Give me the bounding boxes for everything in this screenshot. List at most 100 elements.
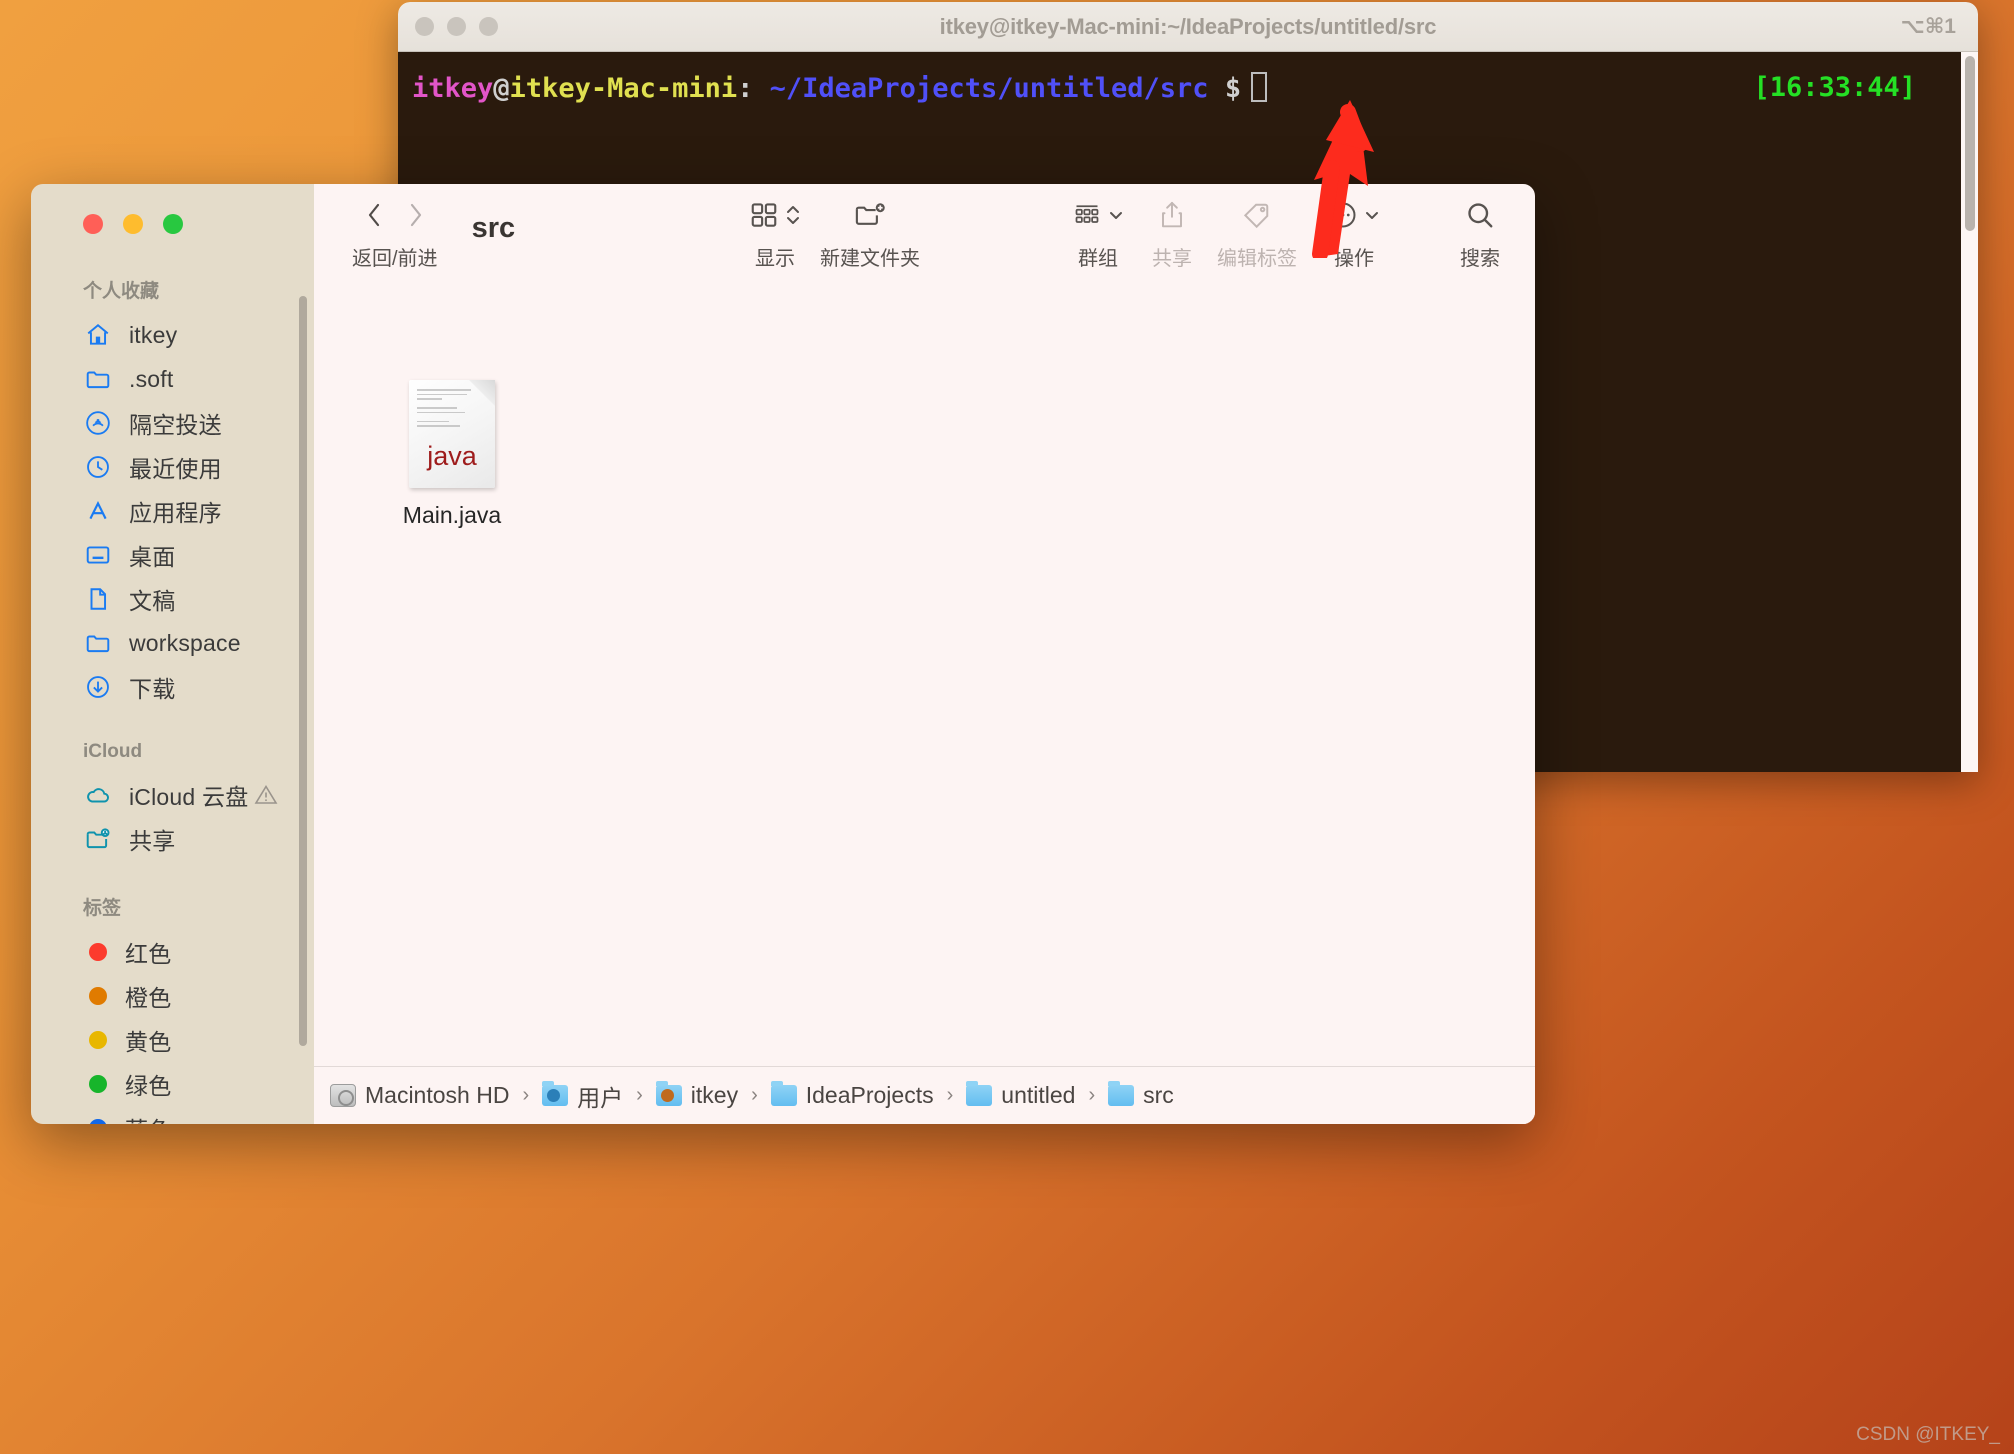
finder-close-button[interactable] bbox=[83, 214, 103, 234]
folder-icon bbox=[966, 1081, 993, 1106]
sidebar-item-soft[interactable]: .soft bbox=[31, 357, 314, 401]
terminal-hostname: itkey-Mac-mini bbox=[509, 73, 738, 104]
search-label: 搜索 bbox=[1460, 248, 1500, 270]
breadcrumb-separator: › bbox=[522, 1084, 530, 1106]
grid-view-icon[interactable] bbox=[749, 200, 779, 235]
terminal-traffic-lights[interactable] bbox=[415, 17, 498, 36]
new-folder-label: 新建文件夹 bbox=[820, 248, 920, 270]
finder-window[interactable]: 个人收藏 itkey .soft 隔空投送 最近使用 应用程序 桌面 文稿 wo… bbox=[31, 184, 1535, 1124]
sidebar-item-label: 共享 bbox=[129, 828, 176, 854]
sidebar-section-tags-header: 标签 bbox=[83, 898, 122, 919]
terminal-at-sign: @ bbox=[493, 73, 510, 104]
airdrop-icon bbox=[85, 410, 111, 436]
sidebar-item-workspace[interactable]: workspace bbox=[31, 621, 314, 665]
file-name-label: Main.java bbox=[402, 502, 502, 528]
finder-minimize-button[interactable] bbox=[123, 214, 143, 234]
chevron-right-icon[interactable] bbox=[406, 200, 426, 235]
breadcrumb-ideaprojects[interactable]: IdeaProjects bbox=[770, 1081, 934, 1109]
share-label: 共享 bbox=[1152, 248, 1192, 270]
share-button[interactable]: 共享 bbox=[1135, 196, 1209, 271]
tag-icon[interactable] bbox=[1242, 201, 1272, 234]
group-by-icon[interactable] bbox=[1072, 201, 1102, 234]
sidebar-item-label: .soft bbox=[129, 365, 174, 392]
terminal-close-button[interactable] bbox=[415, 17, 434, 36]
finder-main-pane: 返回/前进 src 显示 新建文件夹 群组 共享 编辑标签 操作 搜索 java… bbox=[314, 184, 1535, 1124]
sidebar-item-label: 最近使用 bbox=[129, 456, 222, 482]
breadcrumb-src[interactable]: src bbox=[1108, 1081, 1174, 1109]
search-button[interactable]: 搜索 bbox=[1443, 196, 1517, 271]
clock-icon bbox=[85, 454, 111, 480]
sidebar-section-icloud-header: iCloud bbox=[83, 741, 143, 762]
tag-dot-icon bbox=[89, 1031, 107, 1049]
finder-maximize-button[interactable] bbox=[163, 214, 183, 234]
new-folder-icon[interactable] bbox=[853, 200, 887, 235]
sidebar-item-label: 黄色 bbox=[125, 1029, 172, 1055]
file-grid[interactable]: java Main.java bbox=[314, 280, 1535, 1066]
terminal-prompt-line: itkey@itkey-Mac-mini: ~/IdeaProjects/unt… bbox=[398, 72, 1978, 104]
terminal-minimize-button[interactable] bbox=[447, 17, 466, 36]
terminal-titlebar[interactable]: itkey@itkey-Mac-mini:~/IdeaProjects/unti… bbox=[398, 2, 1978, 52]
breadcrumb-separator: › bbox=[946, 1084, 954, 1106]
folder-icon bbox=[85, 366, 111, 392]
finder-traffic-lights[interactable] bbox=[31, 184, 314, 234]
search-icon[interactable] bbox=[1465, 200, 1495, 235]
sidebar-tag-red[interactable]: 红色 bbox=[31, 930, 314, 974]
chevron-left-icon[interactable] bbox=[364, 200, 384, 235]
chevron-down-icon[interactable] bbox=[1108, 202, 1124, 233]
terminal-window-title: itkey@itkey-Mac-mini:~/IdeaProjects/unti… bbox=[939, 13, 1437, 39]
document-icon bbox=[85, 586, 111, 612]
terminal-scrollbar[interactable] bbox=[1961, 52, 1978, 772]
view-options-button[interactable]: 显示 bbox=[738, 196, 812, 271]
new-folder-button[interactable]: 新建文件夹 bbox=[812, 196, 928, 271]
sidebar-tag-orange[interactable]: 橙色 bbox=[31, 974, 314, 1018]
watermark: CSDN @ITKEY_ bbox=[1856, 1424, 2000, 1445]
terminal-cursor bbox=[1251, 72, 1268, 102]
sidebar-item-label: 文稿 bbox=[129, 588, 176, 614]
sidebar-item-label: 应用程序 bbox=[129, 500, 222, 526]
breadcrumb-label: src bbox=[1143, 1082, 1174, 1108]
sidebar-item-applications[interactable]: 应用程序 bbox=[31, 489, 314, 533]
share-icon[interactable] bbox=[1158, 200, 1186, 235]
home-icon bbox=[85, 322, 111, 348]
breadcrumb-untitled[interactable]: untitled bbox=[966, 1081, 1075, 1109]
sidebar-item-icloud-drive[interactable]: iCloud 云盘 bbox=[31, 773, 314, 817]
java-file-icon[interactable]: java bbox=[409, 380, 495, 488]
finder-path-bar[interactable]: Macintosh HD › 用户 › itkey › IdeaProjects bbox=[314, 1066, 1535, 1124]
cloud-icon bbox=[85, 782, 111, 808]
nav-back-forward[interactable]: 返回/前进 bbox=[344, 196, 446, 271]
sidebar-tag-yellow[interactable]: 黄色 bbox=[31, 1018, 314, 1062]
folder-icon bbox=[770, 1081, 797, 1106]
chevron-updown-icon[interactable] bbox=[785, 201, 801, 234]
finder-sidebar[interactable]: 个人收藏 itkey .soft 隔空投送 最近使用 应用程序 桌面 文稿 wo… bbox=[31, 184, 314, 1124]
breadcrumb-users[interactable]: 用户 bbox=[542, 1079, 623, 1113]
desktop-background: itkey@itkey-Mac-mini:~/IdeaProjects/unti… bbox=[0, 0, 2014, 1454]
file-item-main-java[interactable]: java Main.java bbox=[368, 380, 536, 529]
sidebar-item-airdrop[interactable]: 隔空投送 bbox=[31, 401, 314, 445]
sidebar-item-itkey[interactable]: itkey bbox=[31, 313, 314, 357]
sidebar-scrollbar[interactable] bbox=[299, 296, 307, 1046]
breadcrumb-itkey[interactable]: itkey bbox=[655, 1081, 738, 1109]
sidebar-item-recents[interactable]: 最近使用 bbox=[31, 445, 314, 489]
sidebar-item-documents[interactable]: 文稿 bbox=[31, 577, 314, 621]
tag-dot-icon bbox=[89, 943, 107, 961]
applications-icon bbox=[85, 498, 111, 524]
sidebar-item-label: 下载 bbox=[129, 676, 176, 702]
group-by-button[interactable]: 群组 bbox=[1061, 196, 1135, 271]
terminal-cwd: ~/IdeaProjects/untitled/src bbox=[769, 73, 1209, 104]
sidebar-item-shared[interactable]: 共享 bbox=[31, 817, 314, 861]
sidebar-tag-green[interactable]: 绿色 bbox=[31, 1062, 314, 1106]
breadcrumb-macintosh-hd[interactable]: Macintosh HD bbox=[330, 1082, 509, 1109]
sidebar-item-label: 桌面 bbox=[129, 544, 176, 570]
nav-label: 返回/前进 bbox=[352, 248, 438, 270]
file-extension-label: java bbox=[427, 441, 477, 471]
folder-icon bbox=[85, 630, 111, 656]
terminal-scrollbar-thumb[interactable] bbox=[1965, 56, 1975, 231]
sidebar-item-desktop[interactable]: 桌面 bbox=[31, 533, 314, 577]
breadcrumb-label: Macintosh HD bbox=[365, 1082, 510, 1108]
sidebar-tag-blue[interactable]: 蓝色 bbox=[31, 1106, 314, 1124]
sidebar-item-label: 绿色 bbox=[125, 1073, 172, 1099]
sidebar-item-downloads[interactable]: 下载 bbox=[31, 665, 314, 709]
shared-folder-icon bbox=[85, 826, 111, 852]
terminal-maximize-button[interactable] bbox=[479, 17, 498, 36]
home-folder-icon bbox=[655, 1081, 682, 1106]
